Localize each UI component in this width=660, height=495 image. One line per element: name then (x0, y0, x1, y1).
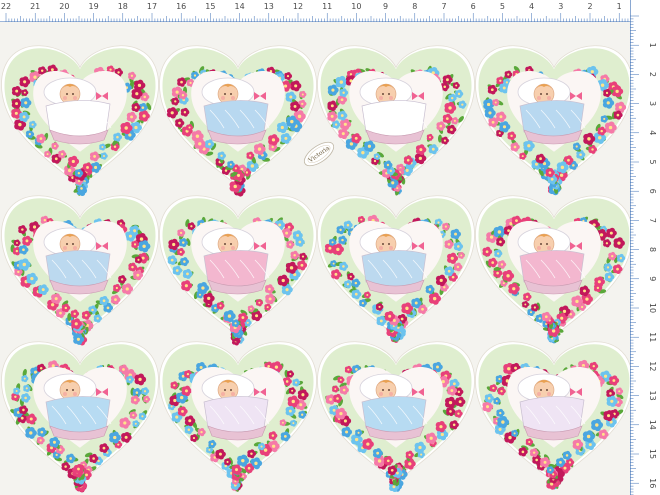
blanket (519, 396, 585, 433)
ruler-label: 4 (529, 2, 534, 11)
ruler-label: 15 (648, 449, 657, 459)
heart-2-3 (317, 195, 475, 344)
ruler-label: 10 (351, 2, 361, 11)
blanket (203, 100, 269, 137)
ruler-label: 21 (30, 2, 40, 11)
ruler-label: 18 (118, 2, 128, 11)
blanket (45, 250, 111, 287)
heart-1-1 (1, 45, 159, 197)
ruler-label: 1 (617, 2, 622, 11)
heart-3-2 (159, 341, 317, 492)
right-ruler: 12345678910111213141516 (630, 0, 660, 495)
blanket (45, 100, 111, 137)
ruler-label: 2 (648, 72, 657, 77)
heart-2-2 (159, 195, 317, 346)
ruler-label: 6 (648, 189, 657, 194)
ruler-label: 16 (176, 2, 186, 11)
ruler-label: 3 (558, 2, 563, 11)
blanket (203, 250, 269, 287)
heart-1-2 (159, 45, 317, 197)
ruler-label: 12 (293, 2, 303, 11)
ruler-label: 12 (648, 361, 657, 371)
ruler-label: 5 (648, 159, 657, 164)
blanket (203, 396, 269, 433)
scrap-sheet: Victoria (1, 45, 630, 493)
blanket (361, 396, 427, 433)
blanket (519, 100, 585, 137)
ruler-label: 11 (648, 332, 657, 342)
ruler-label: 14 (648, 420, 657, 430)
ruler-label: 1 (648, 43, 657, 48)
ruler-label: 13 (264, 2, 274, 11)
heart-3-3 (317, 341, 475, 492)
hearts-grid (1, 45, 630, 493)
blanket (361, 100, 427, 137)
ruler-label: 17 (147, 2, 157, 11)
heart-3-4 (475, 341, 630, 490)
victoria-tag: Victoria (303, 141, 335, 167)
ruler-label: 3 (648, 101, 657, 106)
heart-2-4 (475, 195, 630, 344)
ruler-label: 7 (441, 2, 446, 11)
ruler-label: 6 (471, 2, 476, 11)
ruler-label: 14 (235, 2, 245, 11)
heart-3-1 (1, 341, 159, 493)
blanket (361, 250, 427, 287)
top-ruler: 22 21 20 19 18 17 16 15 14 13 12 11 10 9 8 7 6 5 4 3 2 1 (0, 0, 660, 22)
ruler-label: 9 (383, 2, 388, 11)
ruler-label: 20 (59, 2, 69, 11)
ruler-label: 5 (500, 2, 505, 11)
ruler-label: 13 (648, 391, 657, 401)
ruler-label: 8 (412, 2, 417, 11)
heart-1-3 (317, 45, 475, 196)
heart-2-1 (1, 195, 159, 346)
ruler-label: 10 (648, 303, 657, 313)
ruler-label: 4 (648, 130, 657, 135)
ruler-label: 7 (648, 218, 657, 223)
ruler-label: 22 (1, 2, 11, 11)
ruler-label: 15 (205, 2, 215, 11)
ruler-label: 16 (648, 478, 657, 488)
ruler-label: 2 (587, 2, 592, 11)
blanket (45, 396, 111, 433)
ruler-label: 8 (648, 247, 657, 252)
ruler-label: 11 (322, 2, 332, 11)
ruler-label: 19 (89, 2, 99, 11)
ruler-label: 9 (648, 276, 657, 281)
blanket (519, 250, 585, 287)
heart-1-4 (475, 45, 630, 196)
